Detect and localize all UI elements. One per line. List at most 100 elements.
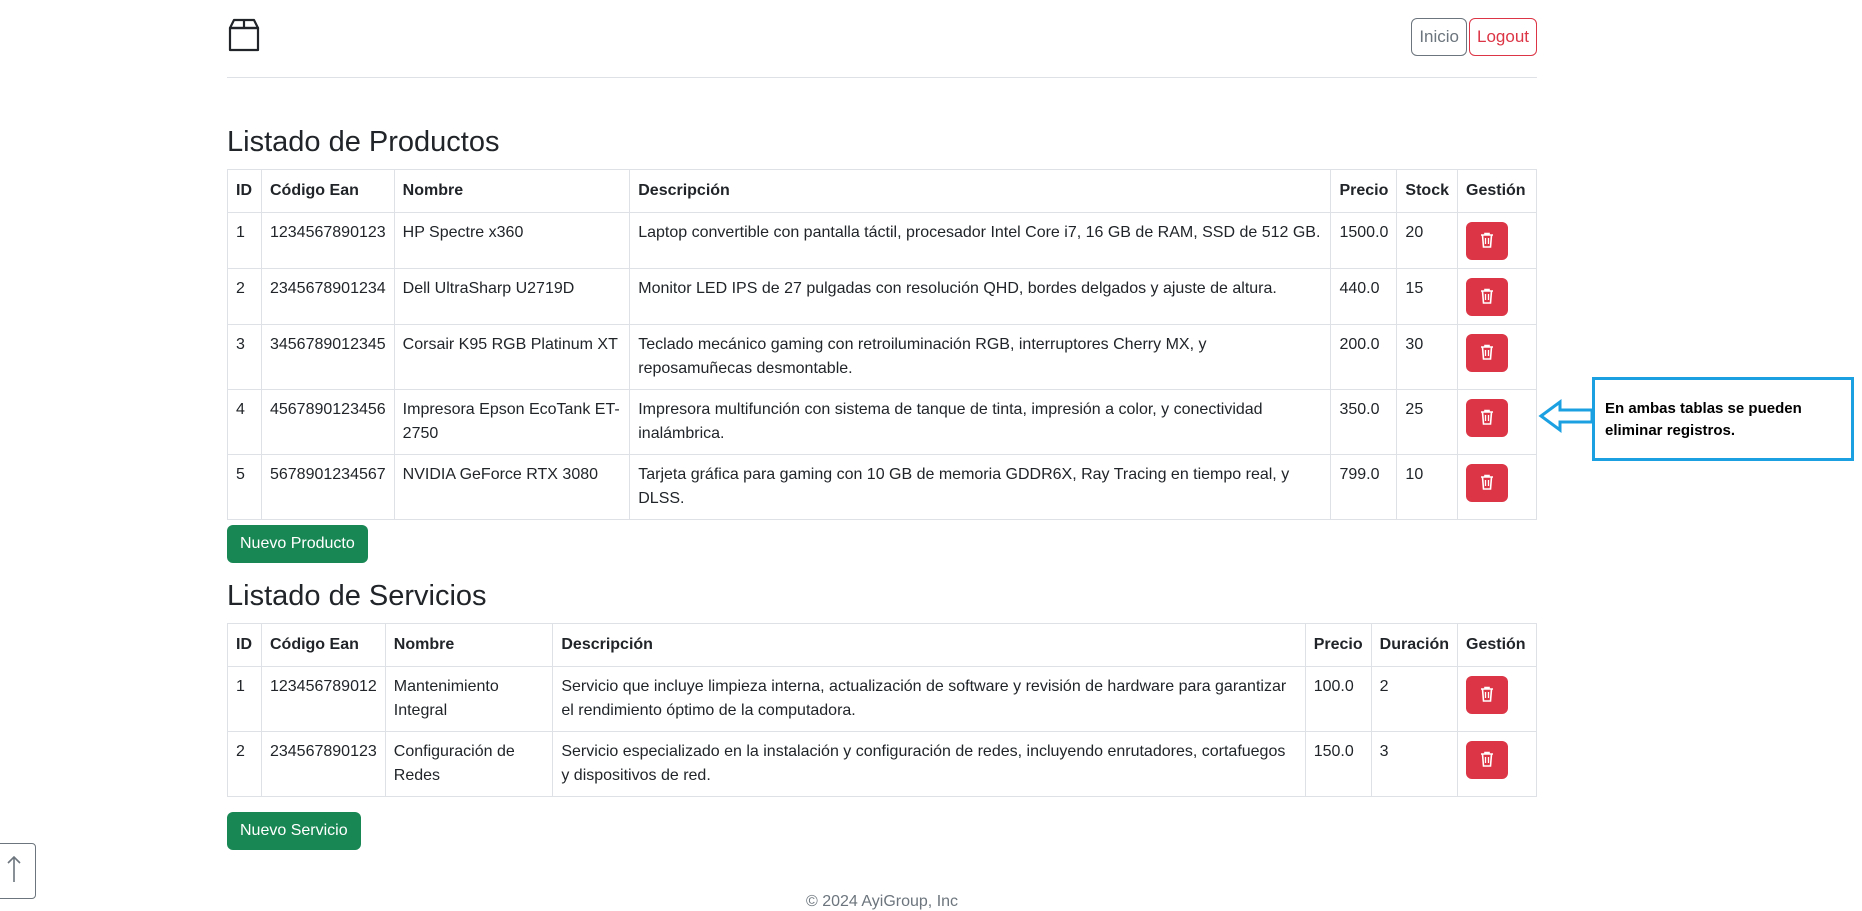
cell-id: 3 xyxy=(227,324,262,390)
trash-icon xyxy=(1480,232,1494,251)
column-header-id: ID xyxy=(227,623,262,667)
new-service-button[interactable]: Nuevo Servicio xyxy=(227,812,361,850)
cell-description: Impresora multifunción con sistema de ta… xyxy=(629,389,1332,455)
cell-description: Laptop convertible con pantalla táctil, … xyxy=(629,212,1332,269)
column-header-name: Nombre xyxy=(384,623,554,667)
column-header-price: Precio xyxy=(1330,169,1398,213)
services-header-row: ID Código Ean Nombre Descripción Precio … xyxy=(227,623,1537,667)
cell-ean: 5678901234567 xyxy=(260,454,395,520)
column-header-id: ID xyxy=(227,169,262,213)
cell-actions xyxy=(1457,212,1537,269)
logout-button[interactable]: Logout xyxy=(1469,18,1537,56)
cell-ean: 2345678901234 xyxy=(260,268,395,325)
cell-ean: 123456789012 xyxy=(260,666,386,732)
header-nav: Inicio Logout xyxy=(1411,18,1537,56)
page-header: Inicio Logout xyxy=(227,0,1537,78)
callout-arrow xyxy=(1538,399,1594,433)
cell-price: 350.0 xyxy=(1330,389,1398,455)
column-header-price: Precio xyxy=(1304,623,1372,667)
new-product-button[interactable]: Nuevo Producto xyxy=(227,525,368,563)
products-table: ID Código Ean Nombre Descripción Precio … xyxy=(227,169,1537,520)
table-row: 2 234567890123 Configuración de Redes Se… xyxy=(227,731,1537,797)
table-row: 2 2345678901234 Dell UltraSharp U2719D M… xyxy=(227,268,1537,325)
column-header-stock: Stock xyxy=(1396,169,1458,213)
column-header-duration: Duración xyxy=(1370,623,1459,667)
cell-price: 799.0 xyxy=(1330,454,1398,520)
cell-actions xyxy=(1457,454,1537,520)
home-button[interactable]: Inicio xyxy=(1411,18,1467,56)
column-header-description: Descripción xyxy=(629,169,1332,213)
cell-name: Dell UltraSharp U2719D xyxy=(393,268,631,325)
delete-button[interactable] xyxy=(1466,464,1508,502)
cell-actions xyxy=(1457,324,1537,390)
services-title: Listado de Servicios xyxy=(227,580,487,612)
cell-actions xyxy=(1457,731,1537,797)
cell-actions xyxy=(1457,389,1537,455)
cell-actions xyxy=(1457,268,1537,325)
main-container: Inicio Logout Listado de Productos ID Có… xyxy=(227,0,1537,850)
trash-icon xyxy=(1480,288,1494,307)
cell-name: Configuración de Redes xyxy=(384,731,554,797)
cell-ean: 3456789012345 xyxy=(260,324,395,390)
cell-duration: 3 xyxy=(1370,731,1459,797)
column-header-description: Descripción xyxy=(552,623,1306,667)
cell-id: 5 xyxy=(227,454,262,520)
cell-price: 1500.0 xyxy=(1330,212,1398,269)
cell-id: 2 xyxy=(227,731,262,797)
cell-id: 2 xyxy=(227,268,262,325)
delete-button[interactable] xyxy=(1466,222,1508,260)
cell-price: 200.0 xyxy=(1330,324,1398,390)
trash-icon xyxy=(1480,686,1494,705)
cell-actions xyxy=(1457,666,1537,732)
cell-description: Servicio especializado en la instalación… xyxy=(552,731,1306,797)
column-header-ean: Código Ean xyxy=(260,169,395,213)
arrow-up-icon xyxy=(6,854,22,889)
delete-button[interactable] xyxy=(1466,741,1508,779)
delete-button[interactable] xyxy=(1466,278,1508,316)
table-row: 3 3456789012345 Corsair K95 RGB Platinum… xyxy=(227,324,1537,390)
cell-description: Tarjeta gráfica para gaming con 10 GB de… xyxy=(629,454,1332,520)
delete-button[interactable] xyxy=(1466,399,1508,437)
cell-stock: 30 xyxy=(1396,324,1458,390)
column-header-name: Nombre xyxy=(393,169,631,213)
trash-icon xyxy=(1480,344,1494,363)
trash-icon xyxy=(1480,474,1494,493)
table-row: 1 123456789012 Mantenimiento Integral Se… xyxy=(227,666,1537,732)
cell-ean: 234567890123 xyxy=(260,731,386,797)
trash-icon xyxy=(1480,751,1494,770)
cell-duration: 2 xyxy=(1370,666,1459,732)
cell-ean: 1234567890123 xyxy=(260,212,395,269)
cell-id: 4 xyxy=(227,389,262,455)
box-icon[interactable] xyxy=(227,18,261,52)
cell-description: Servicio que incluye limpieza interna, a… xyxy=(552,666,1306,732)
cell-name: NVIDIA GeForce RTX 3080 xyxy=(393,454,631,520)
delete-button[interactable] xyxy=(1466,676,1508,714)
cell-id: 1 xyxy=(227,212,262,269)
cell-name: Corsair K95 RGB Platinum XT xyxy=(393,324,631,390)
cell-stock: 25 xyxy=(1396,389,1458,455)
cell-id: 1 xyxy=(227,666,262,732)
copyright-text: © 2024 AyiGroup, Inc xyxy=(806,893,959,910)
delete-button[interactable] xyxy=(1466,334,1508,372)
cell-stock: 15 xyxy=(1396,268,1458,325)
trash-icon xyxy=(1480,409,1494,428)
cell-name: Impresora Epson EcoTank ET-2750 xyxy=(393,389,631,455)
cell-price: 440.0 xyxy=(1330,268,1398,325)
column-header-ean: Código Ean xyxy=(260,623,386,667)
cell-description: Teclado mecánico gaming con retroilumina… xyxy=(629,324,1332,390)
scroll-top-button[interactable] xyxy=(0,843,36,899)
table-row: 5 5678901234567 NVIDIA GeForce RTX 3080 … xyxy=(227,454,1537,520)
cell-price: 100.0 xyxy=(1304,666,1372,732)
cell-stock: 20 xyxy=(1396,212,1458,269)
annotation-callout: En ambas tablas se pueden eliminar regis… xyxy=(1592,377,1854,461)
cell-price: 150.0 xyxy=(1304,731,1372,797)
cell-description: Monitor LED IPS de 27 pulgadas con resol… xyxy=(629,268,1332,325)
table-row: 1 1234567890123 HP Spectre x360 Laptop c… xyxy=(227,212,1537,269)
services-table: ID Código Ean Nombre Descripción Precio … xyxy=(227,623,1537,797)
products-header-row: ID Código Ean Nombre Descripción Precio … xyxy=(227,169,1537,213)
column-header-actions: Gestión xyxy=(1457,623,1537,667)
cell-stock: 10 xyxy=(1396,454,1458,520)
table-row: 4 4567890123456 Impresora Epson EcoTank … xyxy=(227,389,1537,455)
products-title: Listado de Productos xyxy=(227,126,500,158)
cell-ean: 4567890123456 xyxy=(260,389,395,455)
